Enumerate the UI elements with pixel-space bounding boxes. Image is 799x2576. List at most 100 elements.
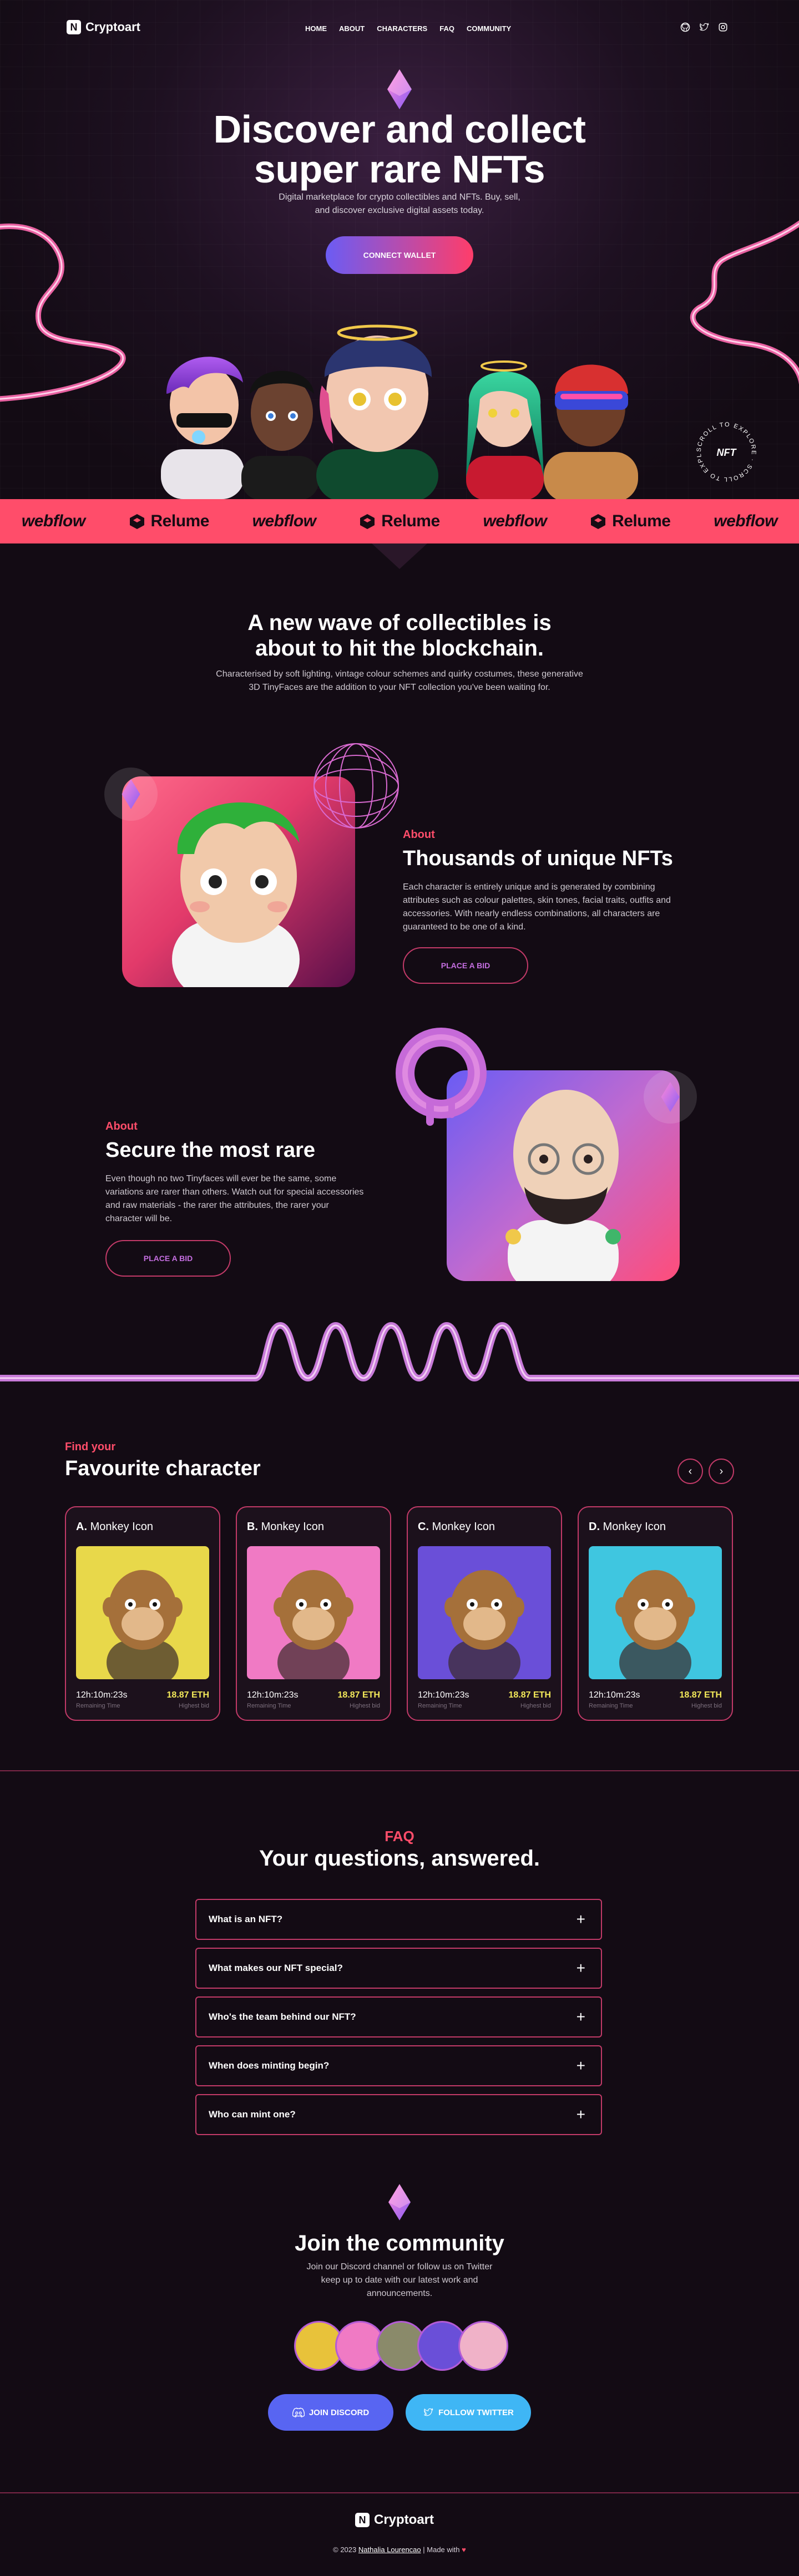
character-dark-skin — [241, 370, 319, 499]
nft-card-price-label: Highest bid — [691, 1703, 722, 1709]
about1-kicker: About — [403, 829, 435, 841]
about2-content: About Secure the most rare Even though n… — [105, 1120, 372, 1226]
footer-logo[interactable]: N Cryptoart — [355, 2512, 434, 2528]
about1-place-bid-button[interactable]: PLACE A BID — [403, 947, 528, 984]
connect-wallet-button[interactable]: CONNECT WALLET — [326, 236, 473, 274]
monkey-illustration — [444, 1570, 524, 1679]
nft-card-price: 18.87 ETH — [337, 1690, 380, 1700]
faq-item[interactable]: When does minting begin? + — [195, 2045, 602, 2086]
nft-card-title: A. Monkey Icon — [76, 1521, 153, 1533]
hero-subtitle-line1: Digital marketplace for crypto collectib… — [279, 192, 520, 202]
plus-icon[interactable]: + — [577, 1959, 585, 1977]
intro-text-line2: 3D TinyFaces are the addition to your NF… — [249, 683, 550, 692]
collection-heading: Find your Favourite character — [65, 1441, 261, 1481]
brand-relume-label: Relume — [612, 512, 671, 530]
hero-title-line1: Discover and collect — [213, 108, 586, 151]
plus-icon[interactable]: + — [577, 1911, 585, 1928]
scroll-to-explore-badge[interactable]: SCROLL TO EXPLORE · SCROLL TO EXPLORE · … — [690, 416, 762, 488]
community-text-line2: keep up to date with our latest work and — [321, 2275, 478, 2285]
about2-kicker: About — [105, 1120, 138, 1132]
collection-prev-button[interactable]: ‹ — [677, 1459, 703, 1484]
nft-card-title: D. Monkey Icon — [589, 1521, 666, 1533]
footer-logo-text: Cryptoart — [374, 2512, 434, 2527]
nft-card-price-label: Highest bid — [520, 1703, 551, 1709]
neon-squiggle-left — [0, 223, 126, 402]
collection-title: Favourite character — [65, 1457, 261, 1480]
nft-card-title: B. Monkey Icon — [247, 1521, 324, 1533]
community-text: Join our Discord channel or follow us on… — [0, 2260, 799, 2300]
nft-card[interactable]: C. Monkey Icon 12h:10m:23s 18.87 ETH Remain… — [407, 1506, 562, 1721]
nft-card-time-label: Remaining Time — [418, 1703, 462, 1709]
header-social — [680, 22, 728, 32]
character-helmet — [544, 364, 638, 499]
nft-card[interactable]: B. Monkey Icon 12h:10m:23s 18.87 ETH Remain… — [236, 1506, 391, 1721]
instagram-icon[interactable] — [718, 22, 728, 32]
nft-card-time: 12h:10m:23s — [589, 1690, 640, 1700]
intro-title-line2: about to hit the blockchain. — [255, 636, 544, 660]
about2-place-bid-button[interactable]: PLACE A BID — [105, 1240, 231, 1277]
faq-item[interactable]: What makes our NFT special? + — [195, 1948, 602, 1989]
logo-text: Cryptoart — [85, 20, 141, 34]
ethereum-gem-icon — [387, 69, 412, 109]
brand-relume: Relume — [590, 512, 671, 531]
join-discord-button[interactable]: JOIN DISCORD — [268, 2394, 393, 2431]
hero-characters — [161, 324, 638, 499]
faq-question: Who's the team behind our NFT? — [209, 2011, 356, 2022]
community-title: Join the community — [295, 2231, 504, 2255]
character-center-cap — [316, 324, 438, 499]
faq-item[interactable]: Who can mint one? + — [195, 2094, 602, 2135]
nav-characters[interactable]: CHARACTERS — [377, 24, 427, 33]
nav-home[interactable]: HOME — [305, 24, 327, 33]
nft-card-time-label: Remaining Time — [247, 1703, 291, 1709]
monkey-illustration — [274, 1570, 353, 1679]
faq-item[interactable]: Who's the team behind our NFT? + — [195, 1996, 602, 2038]
github-icon[interactable] — [680, 22, 690, 32]
intro-title: A new wave of collectibles is about to h… — [0, 610, 799, 661]
hero-subtitle-line2: and discover exclusive digital assets to… — [315, 206, 484, 215]
main-nav: HOME ABOUT CHARACTERS FAQ COMMUNITY — [299, 24, 517, 34]
about1-text: Each character is entirely unique and is… — [403, 882, 671, 932]
nft-card-name: Monkey Icon — [261, 1521, 324, 1533]
collection-next-button[interactable]: › — [709, 1459, 734, 1484]
about1-title: Thousands of unique NFTs — [403, 847, 673, 870]
plus-icon[interactable]: + — [577, 2008, 585, 2026]
nft-card-letter: C. — [418, 1521, 429, 1533]
ethereum-gem-icon — [388, 2184, 411, 2221]
faq-question: What makes our NFT special? — [209, 1963, 343, 1973]
twitter-icon[interactable] — [699, 22, 709, 32]
nft-card-time: 12h:10m:23s — [76, 1690, 128, 1700]
nft-card-time-label: Remaining Time — [589, 1703, 633, 1709]
nft-card-name: Monkey Icon — [90, 1521, 153, 1533]
collection-kicker: Find your — [65, 1441, 116, 1453]
monkey-illustration — [103, 1570, 183, 1679]
plus-icon[interactable]: + — [577, 2057, 585, 2075]
logo[interactable]: N Cryptoart — [67, 20, 140, 34]
author-link[interactable]: Nathalia Lourencao — [358, 2545, 421, 2554]
nft-card[interactable]: A. Monkey Icon 12h:10m:23s 18.87 ETH Remain… — [65, 1506, 220, 1721]
relume-cube-icon — [129, 513, 145, 530]
follow-twitter-button[interactable]: FOLLOW TWITTER — [406, 2394, 531, 2431]
footer-logo-mark: N — [355, 2513, 370, 2527]
nft-card-price: 18.87 ETH — [508, 1690, 551, 1700]
nft-card-price: 18.87 ETH — [166, 1690, 209, 1700]
plus-icon[interactable]: + — [577, 2106, 585, 2123]
nft-card-letter: A. — [76, 1521, 87, 1533]
nft-card-price: 18.87 ETH — [679, 1690, 722, 1700]
nav-faq[interactable]: FAQ — [439, 24, 454, 33]
relume-cube-icon — [590, 513, 606, 530]
copyright-text: © 2023 — [333, 2545, 357, 2554]
nav-about[interactable]: ABOUT — [339, 24, 365, 33]
follow-twitter-label: FOLLOW TWITTER — [438, 2407, 514, 2417]
intro-title-line1: A new wave of collectibles is — [247, 611, 552, 635]
dripping-donut — [396, 1028, 487, 1126]
about2-text: Even though no two Tinyfaces will ever b… — [105, 1174, 364, 1223]
neon-wave-divider — [0, 1322, 799, 1382]
faq-item[interactable]: What is an NFT? + — [195, 1899, 602, 1940]
nav-community[interactable]: COMMUNITY — [467, 24, 511, 33]
nft-card-time: 12h:10m:23s — [418, 1690, 469, 1700]
section-divider — [0, 1770, 799, 1771]
nft-card-image — [418, 1546, 551, 1679]
about2-eth-badge — [644, 1070, 697, 1124]
join-discord-label: JOIN DISCORD — [309, 2407, 370, 2417]
nft-card[interactable]: D. Monkey Icon 12h:10m:23s 18.87 ETH Remain… — [578, 1506, 733, 1721]
